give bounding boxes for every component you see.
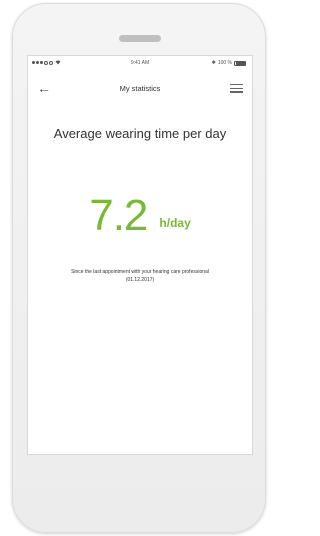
stat-value-row: 7.2 h/day — [28, 194, 252, 238]
status-bar: 9:41 AM ✱ 100 % — [28, 56, 252, 70]
stat-headline: Average wearing time per day — [53, 126, 227, 141]
phone-frame: 9:41 AM ✱ 100 % ← My statistics Average … — [12, 3, 266, 533]
stat-unit: h/day — [159, 216, 191, 230]
bluetooth-icon: ✱ — [211, 60, 216, 66]
battery-indicator: ✱ 100 % — [212, 60, 246, 66]
page-title: My statistics — [119, 84, 161, 93]
battery-icon — [234, 60, 246, 66]
nav-bar: ← My statistics — [28, 78, 252, 100]
phone-speaker — [119, 35, 161, 42]
stat-value: 7.2 — [89, 191, 148, 240]
menu-button[interactable] — [230, 84, 243, 94]
stat-caption: Since the last appointment with your hea… — [71, 269, 209, 283]
app-screen: 9:41 AM ✱ 100 % ← My statistics Average … — [27, 55, 253, 455]
battery-percent: 100 % — [217, 60, 232, 66]
